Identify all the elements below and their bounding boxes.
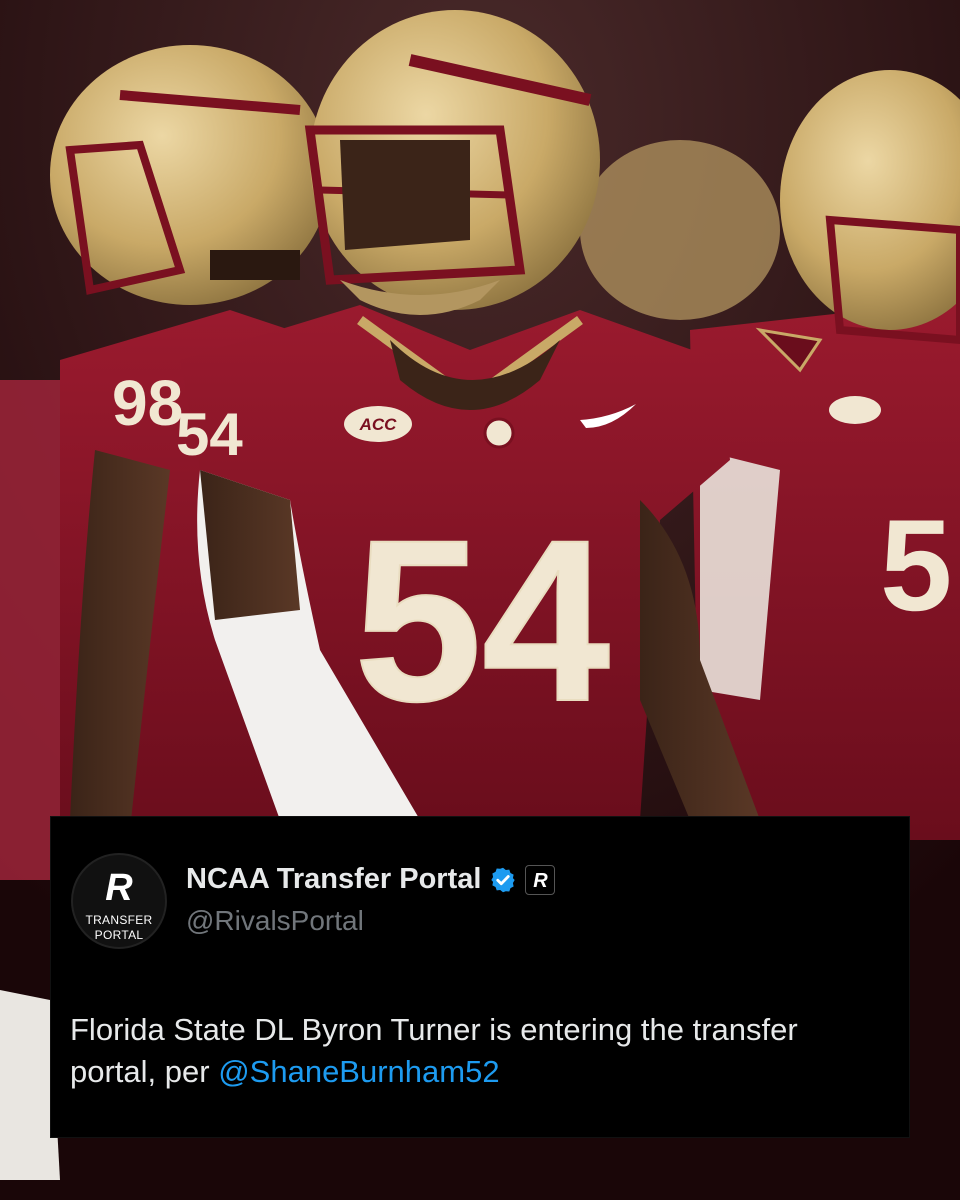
avatar-logo-letter: R bbox=[105, 867, 133, 909]
account-avatar[interactable]: R TRANSFER PORTAL bbox=[71, 853, 167, 949]
svg-text:5: 5 bbox=[880, 492, 952, 638]
center-player-number: 54 bbox=[354, 492, 610, 749]
affiliate-badge[interactable]: R bbox=[525, 864, 556, 895]
acc-patch: ACC bbox=[359, 415, 398, 434]
left-player-number: 98 bbox=[112, 367, 183, 439]
tweet-card[interactable]: R TRANSFER PORTAL NCAA Transfer Portal R… bbox=[50, 816, 910, 1138]
account-handle[interactable]: @RivalsPortal bbox=[186, 905, 364, 937]
verified-badge-icon bbox=[491, 867, 516, 892]
post-image: 98 5 ACC 54 54 R TRANSFER PORTAL NCAA Tr… bbox=[0, 0, 960, 1200]
sleeve-number: 54 bbox=[176, 401, 243, 468]
avatar-text-line1: TRANSFER bbox=[85, 913, 153, 927]
author-row: NCAA Transfer Portal R bbox=[186, 863, 556, 896]
avatar-text-line2: PORTAL bbox=[94, 928, 144, 942]
tweet-text: Florida State DL Byron Turner is enterin… bbox=[70, 1009, 890, 1093]
mention-link[interactable]: @ShaneBurnham52 bbox=[218, 1054, 499, 1089]
display-name[interactable]: NCAA Transfer Portal bbox=[186, 863, 481, 896]
